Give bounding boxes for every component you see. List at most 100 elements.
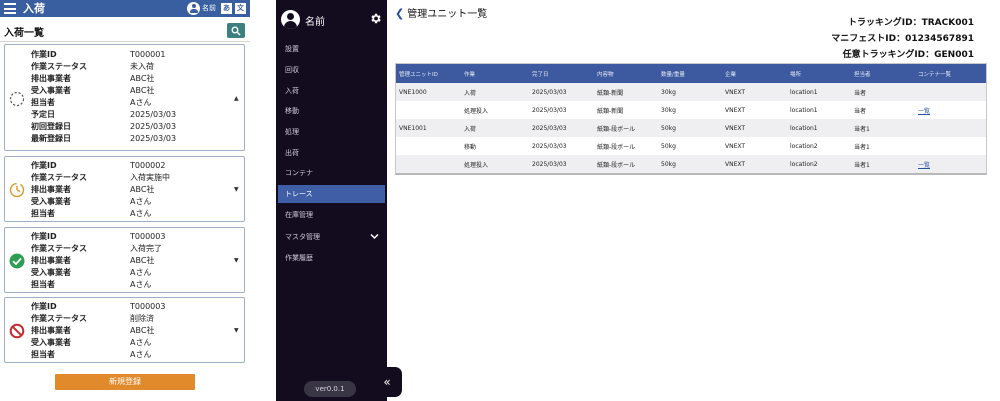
table-cell: 30kg	[658, 83, 722, 101]
sidebar-item-inventory[interactable]: 在庫管理	[278, 206, 385, 224]
table-cell: 当者	[851, 83, 915, 101]
arrival-card[interactable]: 作業ID T000003 作業ステータス 削除済 排出事業者 ABC社 受入事業者 Aさ…	[4, 297, 245, 363]
deleted-status-icon	[9, 323, 25, 339]
table-cell: 一覧	[915, 101, 986, 119]
table-cell: 2025/03/03	[529, 155, 594, 173]
table-cell: 50kg	[658, 119, 722, 137]
table-cell: 2025/03/03	[529, 83, 594, 101]
sidebar-item-label: マスタ管理	[285, 233, 320, 241]
completed-status-icon	[9, 253, 25, 269]
language-icon[interactable]: あ	[221, 3, 232, 14]
chevron-down-icon	[370, 233, 379, 240]
table-cell: 紙類-段ボール	[594, 155, 658, 173]
mobile-header: 入荷 名前 あ 文	[0, 0, 250, 17]
sidebar-item-setup[interactable]: 設置	[278, 40, 385, 58]
table-cell: location1	[787, 83, 851, 101]
column-header[interactable]: 完了日	[529, 64, 594, 83]
table-cell: 当者	[854, 107, 867, 115]
collapse-caret-icon[interactable]: ▲	[234, 95, 239, 102]
table-cell: VNEXT	[725, 106, 746, 114]
expand-caret-icon[interactable]: ▼	[234, 327, 239, 334]
avatar[interactable]	[281, 10, 300, 29]
double-chevron-left-icon: «	[383, 375, 391, 389]
table-cell	[915, 119, 986, 137]
sidebar-item-collection[interactable]: 回収	[278, 61, 385, 79]
table-cell: 処理投入	[464, 107, 489, 115]
table-cell: 一覧	[915, 155, 986, 173]
table-cell: 入荷	[461, 83, 529, 101]
manifest-id: マニフェストID：01234567891	[831, 34, 974, 44]
column-header[interactable]: 場所	[787, 64, 851, 83]
table-cell: 30kg	[661, 106, 676, 114]
table-cell: 入荷	[461, 119, 529, 137]
sidebar-item-process[interactable]: 処理	[278, 123, 385, 141]
sidebar-item-arrival[interactable]: 入荷	[278, 82, 385, 100]
page-title-text: 管理ユニット一覧	[407, 9, 488, 20]
arrival-card[interactable]: 作業ID T000002 作業ステータス 入荷実施中 排出事業者 ABC社 受入事業者…	[4, 156, 245, 222]
table-cell: 紙類-段ボール	[594, 119, 658, 137]
sidebar-item-trace[interactable]: トレース	[278, 185, 385, 203]
table-row: 処理投入 2025/03/03 紙類-新聞 30kg VNEXT locatio…	[396, 101, 986, 119]
table-cell: 紙類-段ボール	[597, 143, 636, 151]
sidebar-item-master[interactable]: マスタ管理	[278, 228, 385, 246]
table-cell: 2025/03/03	[529, 119, 594, 137]
user-icon[interactable]	[187, 2, 200, 15]
sidebar-item-shipping[interactable]: 出荷	[278, 144, 385, 162]
arrival-card[interactable]: 作業ID T000001 作業ステータス 未入荷 排出事業者 ABC社 受入事業者 AB…	[4, 44, 245, 151]
column-header[interactable]: 管理ユニットID	[396, 64, 461, 83]
sidebar-item-history[interactable]: 作業履歴	[278, 249, 385, 267]
expand-caret-icon[interactable]: ▼	[234, 257, 239, 264]
table-cell: 2025/03/03	[532, 106, 567, 114]
table-cell	[396, 155, 461, 173]
column-header[interactable]: 企業	[722, 64, 787, 83]
new-registration-button[interactable]: 新規登録	[55, 374, 195, 390]
app-root: 入荷 名前 あ 文 入荷一覧 作業ID T000001 作業ステータス 未入荷 排出…	[0, 0, 1000, 401]
container-list-link[interactable]: 一覧	[918, 162, 930, 169]
table-row: 移動 2025/03/03 紙類-段ボール 50kg VNEXT locatio…	[396, 137, 986, 155]
arrival-card[interactable]: 作業ID T000003 作業ステータス 入荷完了 排出事業者 ABC社 受入事業者 A…	[4, 227, 245, 293]
menu-icon[interactable]	[4, 3, 16, 14]
page-title: ❮ 管理ユニット一覧	[395, 5, 487, 20]
management-unit-table: 管理ユニットID 作業 完了日 内容物 数量/重量 企業 場所 担当者 コンテナ…	[395, 63, 987, 175]
column-header[interactable]: 数量/重量	[658, 64, 722, 83]
table-cell: VNEXT	[722, 155, 787, 173]
column-header[interactable]: コンテナ一覧	[915, 64, 986, 83]
table-cell: 当者1	[851, 155, 915, 173]
gear-icon[interactable]	[369, 12, 382, 25]
table-cell: VNEXT	[722, 119, 787, 137]
tracking-id: トラッキングID：TRACK001	[848, 18, 974, 28]
list-title: 入荷一覧	[4, 28, 44, 39]
table-cell: 2025/03/03	[532, 142, 567, 150]
search-button[interactable]	[227, 23, 245, 38]
table-cell	[396, 137, 461, 155]
table-cell: 紙類-新聞	[597, 107, 624, 115]
table-cell	[915, 83, 986, 101]
table-row: VNE1000 入荷 2025/03/03 紙類-新聞 30kg VNEXT l…	[396, 83, 986, 101]
mobile-header-title: 入荷	[23, 2, 45, 15]
table-cell: 当者1	[851, 119, 915, 137]
table-header-row: 管理ユニットID 作業 完了日 内容物 数量/重量 企業 場所 担当者 コンテナ…	[396, 64, 986, 83]
translate-icon[interactable]: 文	[235, 3, 246, 14]
expand-caret-icon[interactable]: ▼	[234, 186, 239, 193]
table-cell	[396, 101, 461, 119]
table-cell: 移動	[464, 143, 477, 151]
back-icon[interactable]: ❮	[395, 7, 404, 20]
sidebar-item-move[interactable]: 移動	[278, 102, 385, 120]
optional-tracking-id: 任意トラッキングID：GEN001	[842, 50, 974, 60]
container-list-link[interactable]: 一覧	[918, 108, 930, 115]
table-cell: 処理投入	[461, 155, 529, 173]
sidebar: 名前 設置 回収 入荷 移動 処理 出荷 コンテナ トレース 在庫管理 マスタ管…	[276, 0, 387, 401]
column-header[interactable]: 内容物	[594, 64, 658, 83]
mobile-arrival-panel: 入荷 名前 あ 文 入荷一覧 作業ID T000001 作業ステータス 未入荷 排出…	[0, 0, 250, 401]
sidebar-item-container[interactable]: コンテナ	[278, 164, 385, 182]
column-header[interactable]: 作業	[461, 64, 529, 83]
collapse-sidebar-button[interactable]: «	[372, 367, 402, 397]
column-header[interactable]: 担当者	[851, 64, 915, 83]
table-cell: location1	[790, 106, 818, 114]
table-cell: 50kg	[658, 155, 722, 173]
search-icon	[231, 26, 241, 36]
not-started-status-icon	[9, 91, 25, 107]
table-cell: location2	[787, 155, 851, 173]
in-progress-status-icon	[9, 182, 25, 198]
sidebar-user-name: 名前	[305, 17, 325, 28]
